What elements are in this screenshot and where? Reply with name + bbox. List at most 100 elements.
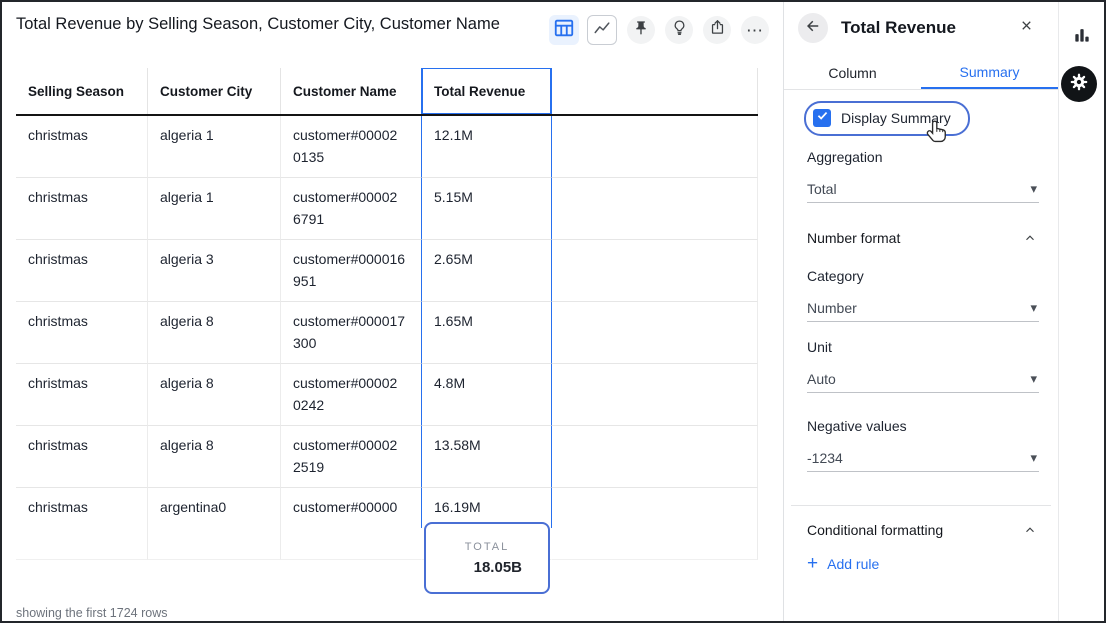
- table-row: christmas algeria 8 customer#000017 300 …: [16, 302, 758, 364]
- table-cell[interactable]: christmas: [16, 116, 148, 178]
- column-header-empty: [552, 68, 758, 114]
- table-cell[interactable]: algeria 1: [148, 178, 281, 240]
- pin-icon: [633, 20, 649, 41]
- chart-view-button[interactable]: [587, 15, 617, 45]
- plus-icon: +: [807, 554, 818, 573]
- page-title: Total Revenue by Selling Season, Custome…: [16, 15, 500, 34]
- table-cell-empty: [552, 528, 758, 560]
- caret-down-icon: ▾: [1030, 181, 1037, 197]
- ellipsis-icon: ⋯: [746, 22, 764, 39]
- unit-dropdown[interactable]: Auto ▾: [807, 365, 1039, 393]
- table-cell-empty: [16, 528, 148, 560]
- table-cell-empty: [552, 302, 758, 364]
- table-view-button[interactable]: [549, 15, 579, 45]
- line-chart-icon: [593, 19, 611, 42]
- summary-total-value: 18.05B: [474, 559, 522, 576]
- table-row: christmas algeria 8 customer#00002 0242 …: [16, 364, 758, 426]
- table-cell[interactable]: algeria 3: [148, 240, 281, 302]
- table-row: christmas argentina0 customer#00000 16.1…: [16, 488, 758, 528]
- conditional-formatting-section[interactable]: Conditional formatting: [807, 521, 1039, 539]
- table-cell[interactable]: 2.65M: [422, 240, 552, 302]
- table-cell[interactable]: christmas: [16, 488, 148, 528]
- table-cell[interactable]: customer#000016 951: [281, 240, 422, 302]
- table-row-partial: [16, 528, 758, 560]
- table-row: christmas algeria 1 customer#00002 6791 …: [16, 178, 758, 240]
- insight-button[interactable]: [665, 16, 693, 44]
- table-cell[interactable]: customer#000017 300: [281, 302, 422, 364]
- chevron-up-icon[interactable]: [1021, 521, 1039, 539]
- table-cell[interactable]: customer#00002 0135: [281, 116, 422, 178]
- table-cell[interactable]: algeria 8: [148, 364, 281, 426]
- table-cell-empty: [552, 178, 758, 240]
- table-cell-empty: [552, 426, 758, 488]
- aggregation-dropdown[interactable]: Total ▾: [807, 175, 1039, 203]
- table-cell[interactable]: 1.65M: [422, 302, 552, 364]
- chart-panel-button[interactable]: [1069, 24, 1095, 50]
- answer-main-area: Total Revenue by Selling Season, Custome…: [0, 0, 783, 623]
- table-cell[interactable]: algeria 8: [148, 426, 281, 488]
- share-icon: [709, 19, 726, 41]
- unit-value: Auto: [807, 371, 836, 387]
- column-header-customer-city[interactable]: Customer City: [148, 68, 281, 114]
- hand-cursor-icon: [925, 117, 952, 149]
- table-cell[interactable]: christmas: [16, 364, 148, 426]
- table-cell[interactable]: customer#00002 2519: [281, 426, 422, 488]
- number-format-section[interactable]: Number format: [807, 229, 1039, 247]
- aggregation-label: Aggregation: [807, 149, 883, 165]
- table-cell[interactable]: algeria 8: [148, 302, 281, 364]
- back-button[interactable]: [798, 13, 828, 43]
- table-cell[interactable]: christmas: [16, 426, 148, 488]
- category-dropdown[interactable]: Number ▾: [807, 294, 1039, 322]
- category-label: Category: [807, 268, 864, 284]
- divider: [791, 505, 1051, 506]
- table-cell[interactable]: 13.58M: [422, 426, 552, 488]
- table-row: christmas algeria 8 customer#00002 2519 …: [16, 426, 758, 488]
- arrow-left-icon: [804, 17, 822, 40]
- negative-values-dropdown[interactable]: -1234 ▾: [807, 444, 1039, 472]
- table-cell-empty: [552, 240, 758, 302]
- table-row: christmas algeria 3 customer#000016 951 …: [16, 240, 758, 302]
- add-rule-button[interactable]: + Add rule: [807, 554, 879, 573]
- table-cell-empty: [552, 116, 758, 178]
- table-cell[interactable]: 5.15M: [422, 178, 552, 240]
- conditional-formatting-header: Conditional formatting: [807, 522, 943, 538]
- tab-summary[interactable]: Summary: [921, 56, 1058, 89]
- checkmark-icon: [816, 109, 829, 127]
- table-cell[interactable]: customer#00002 6791: [281, 178, 422, 240]
- category-value: Number: [807, 300, 857, 316]
- more-options-button[interactable]: ⋯: [741, 16, 769, 44]
- column-config-panel: Total Revenue Column Summary Display Sum…: [783, 0, 1058, 623]
- display-summary-checkbox[interactable]: [813, 109, 831, 127]
- pin-button[interactable]: [627, 16, 655, 44]
- table-cell-empty: [552, 364, 758, 426]
- table-cell-empty: [148, 528, 281, 560]
- close-panel-button[interactable]: [1016, 18, 1036, 38]
- viz-toolbar: ⋯: [549, 15, 769, 45]
- table-cell[interactable]: christmas: [16, 240, 148, 302]
- column-header-customer-name[interactable]: Customer Name: [281, 68, 422, 114]
- column-header-selling-season[interactable]: Selling Season: [16, 68, 148, 114]
- panel-title: Total Revenue: [841, 18, 956, 38]
- chevron-up-icon[interactable]: [1021, 229, 1039, 247]
- negative-values-value: -1234: [807, 450, 843, 466]
- table-cell[interactable]: 12.1M: [422, 116, 552, 178]
- right-icon-strip: [1058, 0, 1106, 623]
- table-cell[interactable]: argentina0: [148, 488, 281, 528]
- caret-down-icon: ▾: [1030, 300, 1037, 316]
- negative-values-label: Negative values: [807, 418, 907, 434]
- share-button[interactable]: [703, 16, 731, 44]
- table-cell[interactable]: customer#00000: [281, 488, 422, 528]
- summary-total-label: TOTAL: [465, 541, 509, 553]
- table-cell[interactable]: customer#00002 0242: [281, 364, 422, 426]
- number-format-header: Number format: [807, 230, 900, 246]
- lightbulb-icon: [671, 19, 688, 41]
- table-cell-empty: [281, 528, 422, 560]
- table-cell[interactable]: 4.8M: [422, 364, 552, 426]
- tab-column[interactable]: Column: [784, 56, 921, 89]
- column-header-total-revenue[interactable]: Total Revenue: [422, 68, 552, 114]
- table-cell[interactable]: christmas: [16, 178, 148, 240]
- table-cell[interactable]: algeria 1: [148, 116, 281, 178]
- settings-gear-button[interactable]: [1061, 66, 1097, 102]
- unit-label: Unit: [807, 339, 832, 355]
- table-cell[interactable]: christmas: [16, 302, 148, 364]
